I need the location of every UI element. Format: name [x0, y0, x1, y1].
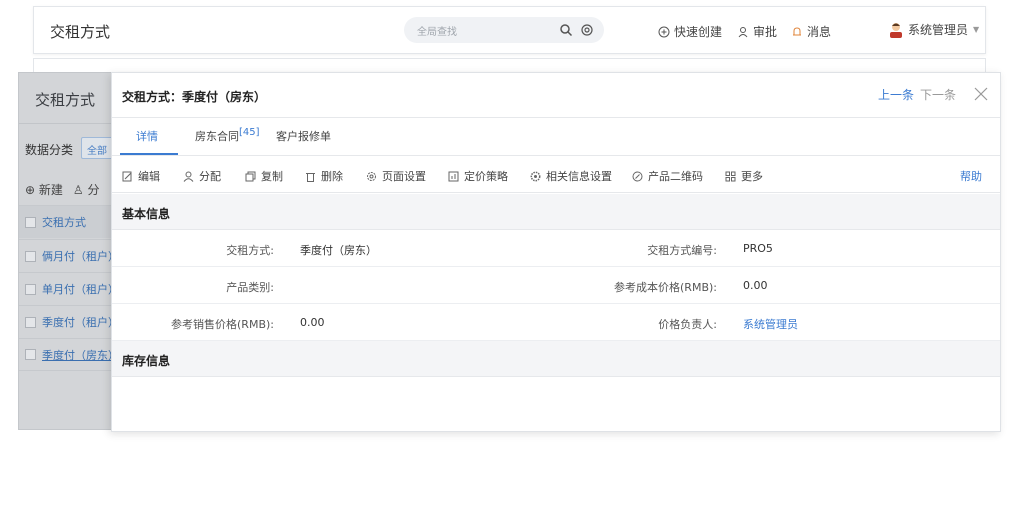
row-checkbox[interactable] [25, 349, 36, 360]
user-name: 系统管理员 [908, 23, 969, 37]
detail-panel: 交租方式：季度付（房东） 上一条 下一条 详情 房东合同[45] 客户报修单 编… [111, 72, 1001, 432]
section-title: 库存信息 [122, 354, 171, 368]
list-item-label[interactable]: 季度付（租户） [42, 314, 119, 330]
related-settings-label: 相关信息设置 [546, 170, 612, 183]
record-nav: 上一条 下一条 [878, 85, 990, 103]
tab-repair-orders[interactable]: 客户报修单 [276, 128, 331, 144]
detail-tabs: 详情 房东合同[45] 客户报修单 [112, 118, 1000, 156]
category-label: 数据分类 [25, 143, 74, 157]
background-strip [33, 58, 986, 72]
list-item-label[interactable]: 单月付（租户） [42, 281, 119, 297]
list-item-label[interactable]: 俩月付（租户） [42, 248, 119, 264]
section-inventory-info[interactable]: 库存信息 [112, 341, 1000, 377]
edit-label: 编辑 [138, 170, 160, 183]
quick-create-label: 快速创建 [674, 25, 723, 39]
gear-icon [367, 171, 376, 181]
qrcode-label: 产品二维码 [648, 170, 703, 183]
prev-record-link[interactable]: 上一条 [878, 86, 914, 103]
user-menu[interactable]: 系统管理员 ▼ [889, 21, 979, 38]
approval-label: 审批 [753, 25, 778, 39]
select-all-checkbox[interactable] [25, 216, 36, 228]
field-row: 参考销售价格(RMB): 0.00 价格负责人: 系统管理员 [112, 304, 1000, 341]
close-icon[interactable] [972, 85, 990, 103]
tab-count-badge: [45] [239, 127, 260, 138]
field-label: 参考成本价格(RMB): [614, 281, 717, 294]
approval-button[interactable]: 审批 [737, 23, 777, 40]
section-basic-info[interactable]: 基本信息 [112, 194, 1000, 230]
page-settings-button[interactable]: 页面设置 [366, 168, 426, 184]
related-settings-button[interactable]: 相关信息设置 [530, 168, 612, 184]
user-icon [183, 171, 194, 182]
search-settings-icon[interactable] [580, 23, 594, 37]
messages-button[interactable]: 消息 [791, 23, 831, 40]
row-checkbox[interactable] [25, 250, 36, 262]
field-value: PRO5 [743, 242, 773, 255]
search-input[interactable]: 全局查找 [417, 23, 457, 38]
section-title: 基本信息 [122, 207, 171, 221]
search-icon[interactable] [559, 23, 573, 37]
plus-circle-icon [658, 26, 670, 37]
more-label: 更多 [741, 170, 763, 183]
bell-icon [793, 26, 801, 35]
approval-icon [738, 26, 748, 37]
field-row: 产品类别: 参考成本价格(RMB): 0.00 [112, 267, 1000, 304]
list-item-label[interactable]: 季度付（房东） [42, 347, 119, 363]
global-search[interactable]: 全局查找 [404, 17, 604, 43]
field-label: 价格负责人: [658, 318, 717, 331]
delete-label: 删除 [321, 170, 343, 183]
help-link[interactable]: 帮助 [960, 168, 982, 184]
row-checkbox[interactable] [25, 316, 36, 328]
list-title: 交租方式 [35, 91, 96, 109]
active-tab-indicator [120, 153, 178, 155]
messages-label: 消息 [807, 25, 832, 39]
trash-icon [306, 172, 315, 182]
assign-button[interactable]: 分配 [183, 168, 221, 184]
row-checkbox[interactable] [25, 283, 36, 295]
field-value: 季度付（房东） [300, 244, 377, 257]
chart-icon [448, 171, 459, 181]
assign-label: 分 [87, 183, 100, 197]
list-actions: ⊕ 新建 ♙ 分 [25, 181, 99, 198]
copy-label: 复制 [261, 170, 283, 183]
field-value: 0.00 [743, 279, 768, 292]
tab-landlord-contracts[interactable]: 房东合同[45] [195, 127, 260, 144]
edit-button[interactable]: 编辑 [122, 168, 160, 184]
new-button[interactable]: ⊕ 新建 [25, 181, 63, 198]
copy-button[interactable]: 复制 [245, 168, 283, 184]
qrcode-icon [632, 171, 643, 181]
more-button[interactable]: 更多 [725, 168, 763, 184]
next-record-link[interactable]: 下一条 [920, 86, 956, 103]
delete-button[interactable]: 删除 [305, 168, 343, 184]
tab-details[interactable]: 详情 [136, 128, 158, 144]
chevron-down-icon: ▼ [973, 25, 980, 34]
page-title: 交租方式 [50, 23, 111, 41]
avatar [890, 22, 902, 38]
detail-header: 交租方式：季度付（房东） 上一条 下一条 [112, 73, 1000, 118]
qrcode-button[interactable]: 产品二维码 [632, 168, 703, 184]
field-row: 交租方式: 季度付（房东） 交租方式编号: PRO5 [112, 230, 1000, 267]
field-label: 产品类别: [226, 281, 274, 294]
page-settings-label: 页面设置 [382, 170, 426, 183]
field-value: 0.00 [300, 316, 325, 329]
action-toolbar: 编辑 分配 复制 删除 页面设置 定价策略 相关信息设置 产品二维码 更多 帮助 [112, 157, 1000, 193]
pricing-button[interactable]: 定价策略 [448, 168, 508, 184]
top-bar: 交租方式 全局查找 快速创建 审批 消息 系统管理员 ▼ [33, 6, 986, 54]
field-label: 参考销售价格(RMB): [171, 318, 274, 331]
settings-icon [530, 171, 541, 181]
copy-icon [245, 171, 256, 181]
field-label: 交租方式: [226, 244, 274, 257]
assign-button[interactable]: ♙ 分 [73, 181, 100, 198]
field-label: 交租方式编号: [647, 244, 717, 257]
tab-label: 房东合同 [195, 130, 239, 143]
owner-link[interactable]: 系统管理员 [743, 316, 798, 332]
column-header[interactable]: 交租方式 [42, 214, 86, 230]
assign-label: 分配 [199, 170, 221, 183]
grid-icon [725, 171, 736, 181]
edit-icon [122, 171, 132, 181]
quick-create-button[interactable]: 快速创建 [658, 23, 722, 40]
pricing-label: 定价策略 [464, 170, 508, 183]
detail-title: 交租方式：季度付（房东） [122, 90, 267, 104]
new-label: 新建 [38, 183, 63, 197]
